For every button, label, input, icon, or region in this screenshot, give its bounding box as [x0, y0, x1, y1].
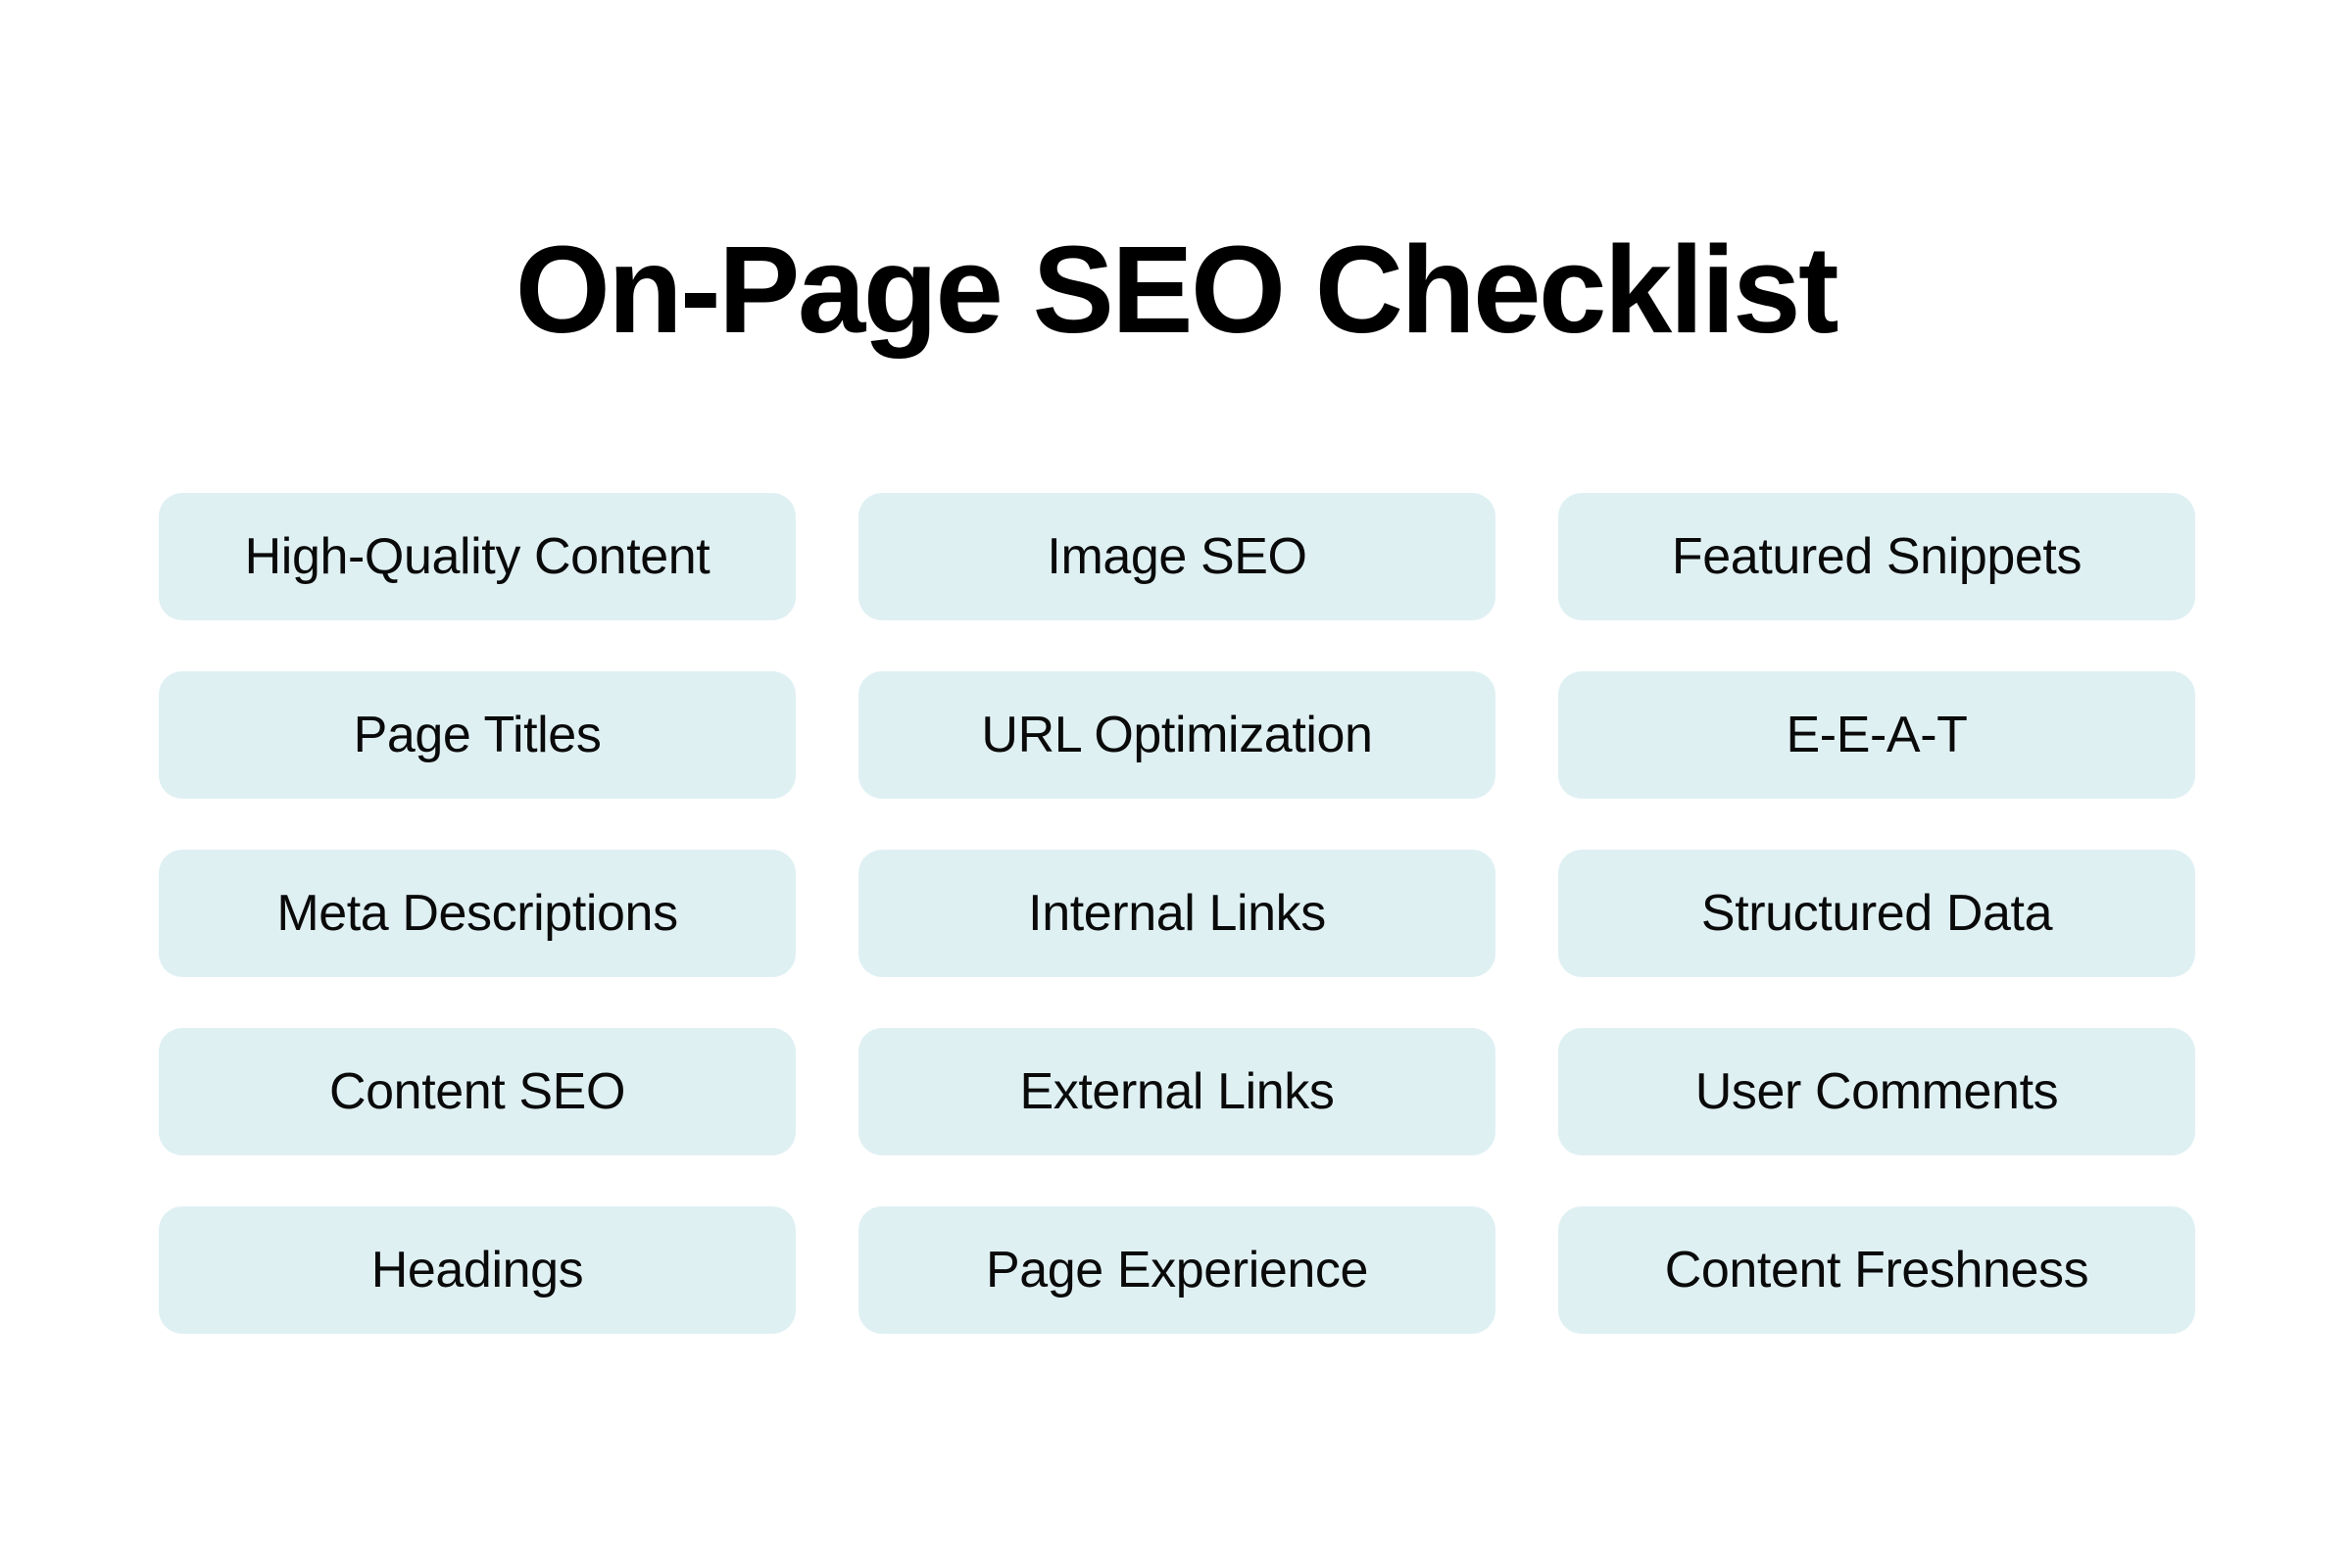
- checklist-item-page-titles[interactable]: Page Titles: [159, 671, 796, 799]
- checklist-item-label: Page Experience: [985, 1242, 1369, 1298]
- page-title-container: On-Page SEO Checklist: [0, 220, 2352, 359]
- checklist-item-url-optimization[interactable]: URL Optimization: [858, 671, 1495, 799]
- checklist-item-content-seo[interactable]: Content SEO: [159, 1028, 796, 1155]
- checklist-item-high-quality-content[interactable]: High-Quality Content: [159, 493, 796, 620]
- checklist-item-label: URL Optimization: [981, 707, 1373, 763]
- checklist-canvas: On-Page SEO Checklist High-Quality Conte…: [0, 0, 2352, 1568]
- checklist-grid: High-Quality Content Image SEO Featured …: [159, 493, 2195, 1334]
- checklist-item-external-links[interactable]: External Links: [858, 1028, 1495, 1155]
- checklist-item-label: User Comments: [1694, 1063, 2059, 1120]
- checklist-item-label: Content Freshness: [1664, 1242, 2089, 1298]
- checklist-item-label: Image SEO: [1047, 528, 1307, 585]
- checklist-item-meta-descriptions[interactable]: Meta Descriptions: [159, 850, 796, 977]
- checklist-item-headings[interactable]: Headings: [159, 1206, 796, 1334]
- checklist-item-content-freshness[interactable]: Content Freshness: [1558, 1206, 2195, 1334]
- checklist-item-internal-links[interactable]: Internal Links: [858, 850, 1495, 977]
- checklist-item-label: Structured Data: [1700, 885, 2053, 942]
- checklist-item-label: High-Quality Content: [244, 528, 710, 585]
- checklist-item-user-comments[interactable]: User Comments: [1558, 1028, 2195, 1155]
- checklist-item-label: Content SEO: [329, 1063, 625, 1120]
- checklist-item-label: Meta Descriptions: [276, 885, 678, 942]
- checklist-item-label: External Links: [1019, 1063, 1335, 1120]
- page-title: On-Page SEO Checklist: [514, 220, 1839, 359]
- checklist-item-label: E-E-A-T: [1786, 707, 1968, 763]
- checklist-item-structured-data[interactable]: Structured Data: [1558, 850, 2195, 977]
- checklist-item-label: Headings: [370, 1242, 584, 1298]
- checklist-item-featured-snippets[interactable]: Featured Snippets: [1558, 493, 2195, 620]
- checklist-item-label: Page Titles: [353, 707, 602, 763]
- checklist-item-label: Featured Snippets: [1671, 528, 2082, 585]
- checklist-item-e-e-a-t[interactable]: E-E-A-T: [1558, 671, 2195, 799]
- checklist-item-label: Internal Links: [1028, 885, 1326, 942]
- checklist-item-page-experience[interactable]: Page Experience: [858, 1206, 1495, 1334]
- checklist-item-image-seo[interactable]: Image SEO: [858, 493, 1495, 620]
